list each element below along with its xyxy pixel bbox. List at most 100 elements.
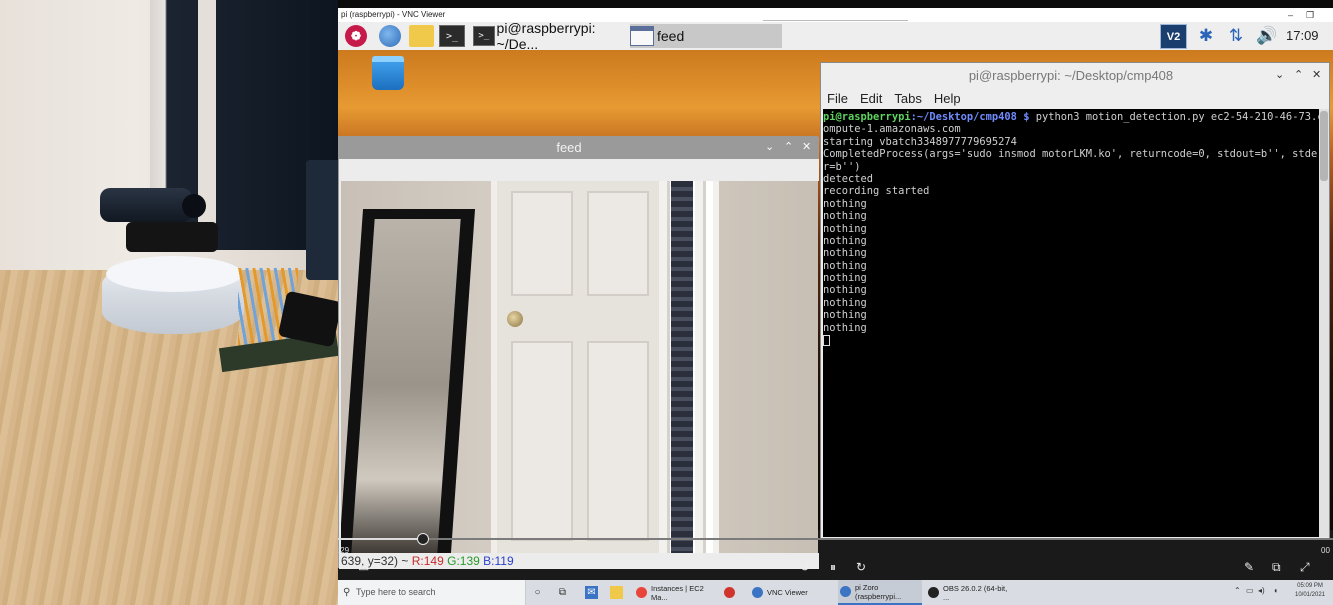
tray-sound-icon[interactable]: ◐ (1274, 586, 1279, 595)
tray-volume-icon[interactable]: ◂) (1258, 586, 1265, 595)
vnc-restore-button[interactable]: ❐ (1306, 8, 1314, 22)
explorer-icon[interactable] (610, 586, 623, 599)
obs-icon (928, 587, 939, 598)
video-player-controls: :29 00 ▭ ↺ ⏸ ↻ ✎ ⧉ ⤢ (338, 530, 1333, 580)
menu-edit[interactable]: Edit (860, 91, 882, 106)
taskbar-item-terminal[interactable]: >_ pi@raspberrypi: ~/De... (473, 20, 625, 52)
forward-icon[interactable]: ↻ (856, 560, 866, 574)
menu-help[interactable]: Help (934, 91, 961, 106)
tray-chevron-icon[interactable]: ⌃ (1234, 586, 1241, 595)
door-panel (587, 341, 649, 541)
remaining-time: 00 (1321, 546, 1330, 555)
windows-clock[interactable]: 05:09 PM 10/01/2021 (1290, 582, 1330, 600)
terminal-title: pi@raspberrypi: ~/Desktop/cmp408 (968, 68, 1174, 83)
terminal-menu-bar: File Edit Tabs Help (821, 87, 1329, 109)
opera-icon (724, 587, 735, 598)
terminal-cursor (823, 334, 830, 346)
rewind-icon[interactable]: ↺ (800, 560, 810, 574)
output-line: nothing (823, 234, 867, 247)
clock-date: 10/01/2021 (1294, 592, 1326, 598)
trash-icon[interactable] (372, 56, 404, 90)
task-view-icon[interactable]: ⧉ (556, 586, 569, 599)
vnc-viewer-icon (752, 587, 763, 598)
bluetooth-icon[interactable]: ✱ (1196, 25, 1216, 47)
progress-knob[interactable] (416, 533, 429, 545)
vnc-viewer-window: pi (raspberrypi) - VNC Viewer – ❐ ❁ >_ >… (338, 8, 1333, 605)
maximize-button[interactable]: ⌃ (1294, 68, 1303, 81)
door-panel (511, 191, 573, 296)
webcam-footage-panel (0, 0, 338, 605)
terminal-window: pi@raspberrypi: ~/Desktop/cmp408 ⌄ ⌃ ✕ F… (820, 62, 1330, 540)
vnc-toolbar-handle[interactable] (763, 18, 908, 21)
camera-mount (126, 222, 218, 252)
output-line: recording started (823, 185, 930, 198)
volume-icon[interactable]: 🔊 (1255, 25, 1279, 47)
fullscreen-icon[interactable]: ⤢ (1300, 560, 1310, 575)
command-text: python3 motion_detection.py ec2-54-210-4… (1029, 111, 1319, 123)
feed-title-bar[interactable]: feed ⌄ ⌃ ✕ (339, 137, 819, 159)
terminal-launcher-icon[interactable]: >_ (439, 25, 465, 47)
vnc-viewer-icon (840, 586, 851, 597)
cortana-icon[interactable]: ○ (531, 586, 544, 599)
taskbar-app-obs[interactable]: OBS 26.0.2 (64-bit, ... (926, 580, 1012, 605)
output-line: starting vbatch3348977779695274 (823, 135, 1017, 148)
webcam-lens (182, 194, 206, 218)
clock-time: 05:09 PM (1297, 583, 1323, 589)
window-icon (630, 26, 654, 46)
feed-title: feed (556, 140, 582, 155)
feed-toolbar (339, 159, 819, 181)
output-line: nothing (823, 197, 867, 210)
elapsed-time: :29 (338, 546, 350, 555)
output-line: ompute-1.amazonaws.com (823, 123, 961, 136)
prompt-user: pi@raspberrypi (823, 111, 911, 123)
output-line: nothing (823, 259, 867, 272)
terminal-title-bar[interactable]: pi@raspberrypi: ~/Desktop/cmp408 ⌄ ⌃ ✕ (821, 63, 1329, 87)
vnc-server-tray-icon[interactable]: V2 (1160, 24, 1187, 49)
scrollbar-thumb[interactable] (1320, 111, 1328, 181)
terminal-scrollbar[interactable] (1319, 109, 1329, 537)
output-line: nothing (823, 309, 867, 322)
dark-curtain (671, 181, 693, 553)
network-icon[interactable]: ⇅ (1224, 25, 1248, 47)
taskbar-app-opera[interactable] (722, 580, 746, 605)
taskbar-app-chrome-ec2[interactable]: Instances | EC2 Ma... (634, 580, 716, 605)
edit-icon[interactable]: ✎ (1244, 560, 1254, 574)
camera-feed-image (341, 181, 818, 553)
close-button[interactable]: ✕ (1312, 68, 1321, 81)
prompt-path: :~/Desktop/cmp408 $ (910, 111, 1030, 123)
output-line: nothing (823, 272, 867, 285)
captions-icon[interactable]: ▭ (358, 560, 369, 574)
mail-icon[interactable]: ✉ (585, 586, 598, 599)
output-line: r=b'') (823, 160, 861, 173)
web-browser-icon[interactable] (379, 25, 401, 47)
pi-taskbar: ❁ >_ >_ pi@raspberrypi: ~/De... feed V2 … (338, 20, 1333, 52)
terminal-icon: >_ (473, 26, 495, 46)
pi-desktop: feed ⌄ ⌃ ✕ 639, y=32) ~ R:149 G:139 B:11… (338, 50, 1333, 569)
maximize-button[interactable]: ⌃ (784, 140, 793, 153)
screen: pi (raspberrypi) - VNC Viewer – ❐ ❁ >_ >… (0, 0, 1333, 605)
taskbar-app-label: pi Zoro (raspberrypi... (855, 582, 902, 601)
raspberry-menu-icon[interactable]: ❁ (345, 25, 367, 47)
taskbar-app-vnc-session[interactable]: pi Zoro (raspberrypi... (838, 580, 922, 605)
vnc-minimize-button[interactable]: – (1288, 8, 1293, 22)
terminal-output[interactable]: pi@raspberrypi:~/Desktop/cmp408 $ python… (823, 109, 1319, 537)
feed-window: feed ⌄ ⌃ ✕ 639, y=32) ~ R:149 G:139 B:11… (338, 136, 819, 569)
file-manager-icon[interactable] (409, 25, 434, 47)
progress-track[interactable] (338, 538, 1333, 540)
menu-tabs[interactable]: Tabs (894, 91, 921, 106)
menu-file[interactable]: File (827, 91, 848, 106)
output-line: detected (823, 172, 874, 185)
pause-icon[interactable]: ⏸ (830, 560, 836, 575)
close-button[interactable]: ✕ (802, 140, 811, 153)
windows-search-box[interactable]: ⚲ Type here to search (338, 580, 526, 605)
vnc-title-bar: pi (raspberrypi) - VNC Viewer – ❐ (338, 8, 1333, 22)
collapse-button[interactable]: ⌄ (765, 140, 774, 153)
progress-fill (338, 538, 423, 540)
taskbar-item-feed[interactable]: feed (630, 24, 782, 48)
search-icon: ⚲ (343, 587, 351, 598)
picture-in-picture-icon[interactable]: ⧉ (1272, 560, 1281, 575)
tray-network-icon[interactable]: ▭ (1246, 586, 1254, 595)
taskbar-app-vnc-viewer[interactable]: VNC Viewer (750, 580, 832, 605)
output-line: nothing (823, 296, 867, 309)
collapse-button[interactable]: ⌄ (1275, 68, 1284, 81)
